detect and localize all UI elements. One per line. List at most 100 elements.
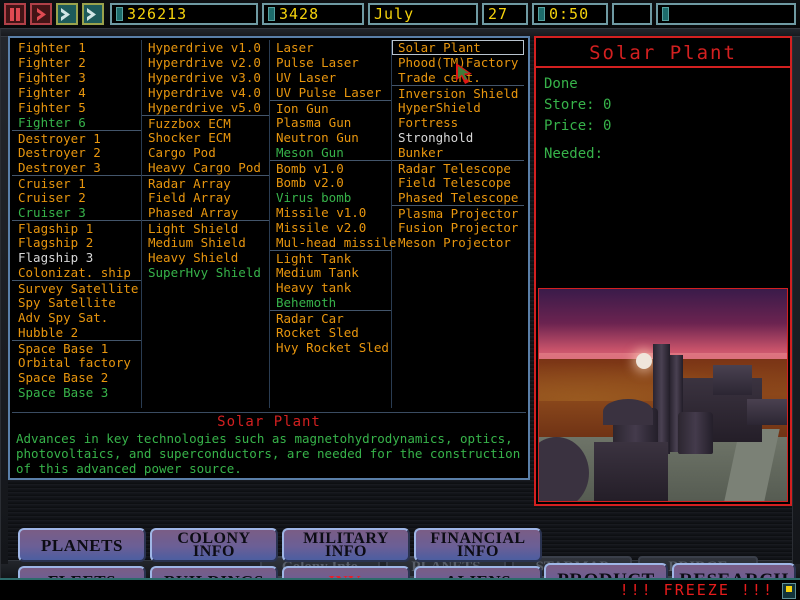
art-annex: [747, 399, 787, 424]
nav-button-planets[interactable]: PLANETS: [18, 528, 146, 562]
tech-item[interactable]: Spy Satellite: [12, 295, 141, 310]
day-value: 27: [488, 5, 508, 23]
tech-item[interactable]: Fighter 3: [12, 70, 141, 85]
tech-item[interactable]: Fortress: [392, 115, 524, 130]
tech-item[interactable]: Pulse Laser: [270, 55, 391, 70]
tech-item[interactable]: Plasma Projector: [392, 205, 524, 220]
message-display: [656, 3, 796, 25]
tech-item[interactable]: Heavy Cargo Pod: [142, 160, 269, 175]
tech-item[interactable]: Radar Telescope: [392, 160, 524, 175]
tech-item[interactable]: Phased Telescope: [392, 190, 524, 205]
tech-item[interactable]: Behemoth: [270, 295, 391, 310]
tech-item[interactable]: Missile v1.0: [270, 205, 391, 220]
tech-item[interactable]: Cruiser 1: [12, 175, 141, 190]
nav-button-military-info[interactable]: MILITARYINFO: [282, 528, 410, 562]
tech-item[interactable]: Bomb v1.0: [270, 160, 391, 175]
tech-item[interactable]: Ion Gun: [270, 100, 391, 115]
tech-item[interactable]: Flagship 2: [12, 235, 141, 250]
tech-item[interactable]: Stronghold: [392, 130, 524, 145]
tech-item[interactable]: Bomb v2.0: [270, 175, 391, 190]
tech-item[interactable]: Plasma Gun: [270, 115, 391, 130]
tech-item[interactable]: Hubble 2: [12, 325, 141, 340]
tech-item[interactable]: Orbital factory: [12, 355, 141, 370]
tech-item[interactable]: Neutron Gun: [270, 130, 391, 145]
tech-item[interactable]: Bunker: [392, 145, 524, 160]
tech-item[interactable]: Flagship 1: [12, 220, 141, 235]
tech-item[interactable]: Fighter 1: [12, 40, 141, 55]
tech-item[interactable]: Rocket Sled: [270, 325, 391, 340]
tech-item[interactable]: Fighter 4: [12, 85, 141, 100]
item-title: Solar Plant: [536, 38, 790, 68]
tech-item[interactable]: Field Array: [142, 190, 269, 205]
tech-item[interactable]: Hyperdrive v2.0: [142, 55, 269, 70]
tech-item[interactable]: Shocker ECM: [142, 130, 269, 145]
tech-item[interactable]: Meson Gun: [270, 145, 391, 160]
tech-item[interactable]: Destroyer 3: [12, 160, 141, 175]
tech-item[interactable]: Fighter 2: [12, 55, 141, 70]
tech-item[interactable]: Phased Array: [142, 205, 269, 220]
play-button[interactable]: [30, 3, 52, 25]
nav-button-colony-info[interactable]: COLONYINFO: [150, 528, 278, 562]
tech-item[interactable]: Hyperdrive v3.0: [142, 70, 269, 85]
tech-item[interactable]: Cruiser 3: [12, 205, 141, 220]
pause-button[interactable]: [4, 3, 26, 25]
tech-item[interactable]: Mul-head missile: [270, 235, 391, 250]
tech-item[interactable]: Radar Array: [142, 175, 269, 190]
tech-item[interactable]: Hyperdrive v1.0: [142, 40, 269, 55]
tech-item[interactable]: Adv Spy Sat.: [12, 310, 141, 325]
tech-item[interactable]: Virus bomb: [270, 190, 391, 205]
tech-item[interactable]: Laser: [270, 40, 391, 55]
tech-item[interactable]: Medium Tank: [270, 265, 391, 280]
day-display: 27: [482, 3, 528, 25]
tech-item[interactable]: Hyperdrive v5.0: [142, 100, 269, 115]
nav-row-primary: PLANETSCOLONYINFOMILITARYINFOFINANCIALIN…: [18, 528, 542, 562]
top-status-bar: 326213 3428 July 27 0:50: [0, 0, 800, 28]
mouse-cursor: [455, 62, 481, 88]
tech-item[interactable]: Space Base 1: [12, 340, 141, 355]
tech-item[interactable]: Heavy Shield: [142, 250, 269, 265]
tech-item[interactable]: Missile v2.0: [270, 220, 391, 235]
tech-item[interactable]: SuperHvy Shield: [142, 265, 269, 280]
tech-item[interactable]: Fighter 5: [12, 100, 141, 115]
tech-item[interactable]: Fighter 6: [12, 115, 141, 130]
tech-item[interactable]: Survey Satellite: [12, 280, 141, 295]
tech-item[interactable]: Hyperdrive v4.0: [142, 85, 269, 100]
tech-item[interactable]: Radar Car: [270, 310, 391, 325]
fast-forward-button[interactable]: [56, 3, 78, 25]
tech-item[interactable]: Cruiser 2: [12, 190, 141, 205]
tech-item[interactable]: Heavy tank: [270, 280, 391, 295]
tech-item[interactable]: Light Tank: [270, 250, 391, 265]
month-display: July: [368, 3, 478, 25]
tech-item[interactable]: Colonizat. ship: [12, 265, 141, 280]
tech-column-weapons: LaserPulse LaserUV LaserUV Pulse LaserIo…: [270, 40, 392, 408]
indicator-lamp: [782, 583, 796, 599]
tech-item[interactable]: Cargo Pod: [142, 145, 269, 160]
tech-item[interactable]: Hvy Rocket Sled: [270, 340, 391, 355]
tech-item[interactable]: HyperShield: [392, 100, 524, 115]
month-value: July: [374, 5, 414, 23]
tech-item[interactable]: Destroyer 2: [12, 145, 141, 160]
forward-icon: [86, 8, 100, 21]
nav-button-financial-info[interactable]: FINANCIALINFO: [414, 528, 542, 562]
tech-item[interactable]: Destroyer 1: [12, 130, 141, 145]
tech-item[interactable]: Fuzzbox ECM: [142, 115, 269, 130]
art-tank: [678, 412, 713, 454]
tech-item[interactable]: UV Pulse Laser: [270, 85, 391, 100]
very-fast-forward-button[interactable]: [82, 3, 104, 25]
forward-icon: [60, 8, 74, 21]
tech-item[interactable]: Meson Projector: [392, 235, 524, 250]
item-info-panel: Solar Plant Done Store: 0 Price: 0 Neede…: [534, 36, 792, 506]
tech-item[interactable]: UV Laser: [270, 70, 391, 85]
tech-item[interactable]: Light Shield: [142, 220, 269, 235]
tech-item[interactable]: Space Base 2: [12, 370, 141, 385]
tech-item[interactable]: Fusion Projector: [392, 220, 524, 235]
item-store: Store: 0: [536, 95, 790, 116]
tech-item[interactable]: Flagship 3: [12, 250, 141, 265]
item-status: Done: [536, 74, 790, 95]
tech-item[interactable]: Space Base 3: [12, 385, 141, 400]
art-sun: [636, 353, 652, 369]
credits-display: 326213: [110, 3, 258, 25]
tech-item[interactable]: Solar Plant: [392, 40, 524, 55]
tech-item[interactable]: Field Telescope: [392, 175, 524, 190]
tech-item[interactable]: Medium Shield: [142, 235, 269, 250]
